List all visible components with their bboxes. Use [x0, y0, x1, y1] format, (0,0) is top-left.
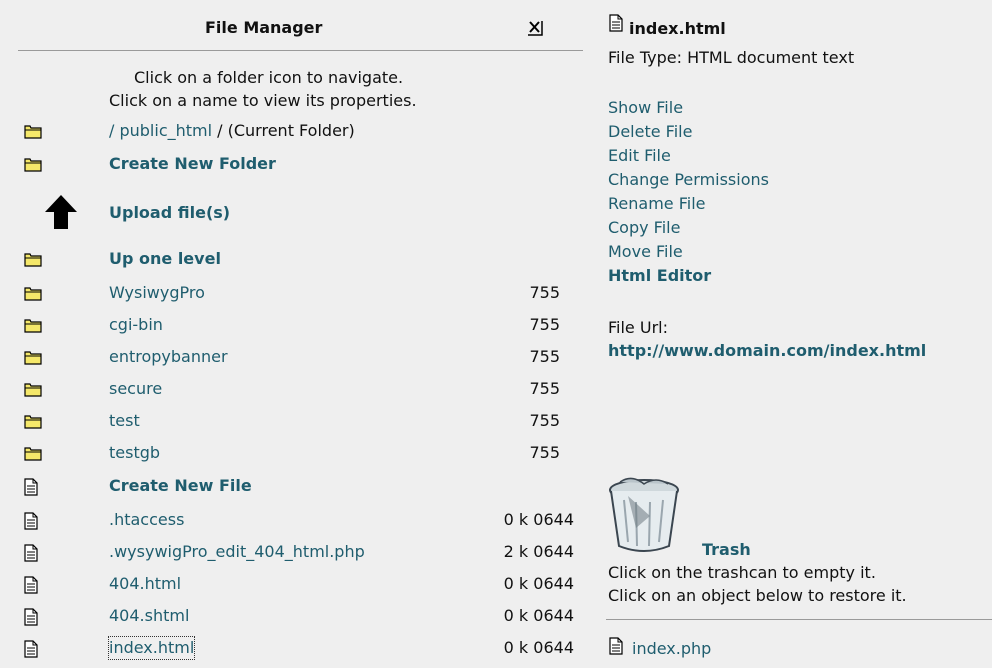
delete-file-link[interactable]: Delete File — [608, 120, 769, 144]
folder-icon[interactable] — [24, 413, 42, 429]
rename-file-link[interactable]: Rename File — [608, 192, 769, 216]
file-row: 404.shtml 0 k 0644 — [0, 605, 600, 627]
trash-label[interactable]: Trash — [702, 540, 751, 559]
trash-divider — [606, 619, 992, 620]
file-name[interactable]: .wysywigPro_edit_404_html.php — [109, 541, 365, 563]
file-row: .wysywigPro_edit_404_html.php 2 k 0644 — [0, 541, 600, 563]
path-link[interactable]: / public_html — [109, 121, 212, 140]
title-divider — [18, 50, 583, 51]
current-path-row: / public_html / (Current Folder) — [0, 120, 600, 142]
trash-item-name[interactable]: index.php — [632, 639, 711, 658]
up-level-link[interactable]: Up one level — [109, 248, 221, 270]
close-button[interactable] — [527, 20, 543, 36]
file-url-link[interactable]: http://www.domain.com/index.html — [608, 341, 926, 360]
folder-name[interactable]: test — [109, 410, 140, 432]
folder-row: cgi-bin 755 — [0, 314, 600, 336]
folder-perm: 755 — [529, 379, 560, 398]
file-info: 0 k 0644 — [503, 510, 574, 529]
folder-icon[interactable] — [24, 349, 42, 365]
file-row: .htaccess 0 k 0644 — [0, 509, 600, 531]
html-editor-link[interactable]: Html Editor — [608, 264, 769, 288]
trash-instruction-2: Click on an object below to restore it. — [608, 586, 907, 605]
close-icon — [528, 21, 543, 36]
file-row: 404.html 0 k 0644 — [0, 573, 600, 595]
folder-perm: 755 — [529, 411, 560, 430]
folder-row: WysiwygPro 755 — [0, 282, 600, 304]
file-info: 0 k 0644 — [503, 574, 574, 593]
create-file-link[interactable]: Create New File — [109, 475, 252, 497]
folder-name[interactable]: testgb — [109, 442, 160, 464]
file-info: 2 k 0644 — [503, 542, 574, 561]
file-name[interactable]: 404.html — [109, 573, 181, 595]
selected-filename: index.html — [629, 19, 726, 38]
edit-file-link[interactable]: Edit File — [608, 144, 769, 168]
trashcan-icon — [609, 477, 679, 552]
folder-icon[interactable] — [24, 285, 42, 301]
file-manager-title: File Manager — [205, 18, 323, 37]
folder-icon[interactable] — [24, 317, 42, 333]
folder-icon[interactable] — [24, 123, 42, 139]
file-actions: Show File Delete File Edit File Change P… — [608, 96, 769, 288]
folder-row: testgb 755 — [0, 442, 600, 464]
upload-row: Upload file(s) — [0, 195, 600, 229]
folder-name[interactable]: cgi-bin — [109, 314, 163, 336]
folder-name[interactable]: WysiwygPro — [109, 282, 205, 304]
folder-perm: 755 — [529, 347, 560, 366]
file-name-selected[interactable]: index.html — [107, 636, 196, 660]
folder-icon[interactable] — [24, 156, 42, 172]
file-info: 0 k 0644 — [503, 606, 574, 625]
instruction-line-2: Click on a name to view its properties. — [109, 91, 417, 110]
folder-perm: 755 — [529, 443, 560, 462]
folder-row: entropybanner 755 — [0, 346, 600, 368]
change-permissions-link[interactable]: Change Permissions — [608, 168, 769, 192]
copy-file-link[interactable]: Copy File — [608, 216, 769, 240]
file-type: File Type: HTML document text — [608, 48, 855, 67]
move-file-link[interactable]: Move File — [608, 240, 769, 264]
folder-icon[interactable] — [24, 381, 42, 397]
trashcan-button[interactable] — [606, 476, 682, 558]
file-name[interactable]: .htaccess — [109, 509, 184, 531]
document-icon[interactable] — [24, 640, 38, 658]
folder-perm: 755 — [529, 315, 560, 334]
folder-name[interactable]: secure — [109, 378, 162, 400]
create-folder-row: Create New Folder — [0, 153, 600, 175]
trash-instruction-1: Click on the trashcan to empty it. — [608, 563, 876, 582]
file-url-label: File Url: — [608, 318, 668, 337]
document-icon[interactable] — [24, 512, 38, 530]
instruction-line-1: Click on a folder icon to navigate. — [134, 68, 404, 87]
document-icon[interactable] — [24, 544, 38, 562]
path-suffix: / (Current Folder) — [212, 121, 355, 140]
document-icon — [609, 14, 623, 32]
create-folder-link[interactable]: Create New Folder — [109, 153, 276, 175]
document-icon — [609, 637, 623, 655]
create-file-row: Create New File — [0, 475, 600, 497]
folder-icon[interactable] — [24, 445, 42, 461]
document-icon[interactable] — [24, 478, 38, 496]
document-icon[interactable] — [24, 576, 38, 594]
show-file-link[interactable]: Show File — [608, 96, 769, 120]
folder-icon[interactable] — [24, 251, 42, 267]
up-level-row: Up one level — [0, 248, 600, 270]
upload-link[interactable]: Upload file(s) — [109, 202, 230, 224]
file-info: 0 k 0644 — [503, 638, 574, 657]
folder-name[interactable]: entropybanner — [109, 346, 228, 368]
file-name[interactable]: 404.shtml — [109, 605, 189, 627]
document-icon[interactable] — [24, 608, 38, 626]
upload-arrow-icon[interactable] — [44, 194, 78, 236]
folder-perm: 755 — [529, 283, 560, 302]
folder-row: test 755 — [0, 410, 600, 432]
file-row: index.html 0 k 0644 — [0, 636, 600, 660]
folder-row: secure 755 — [0, 378, 600, 400]
